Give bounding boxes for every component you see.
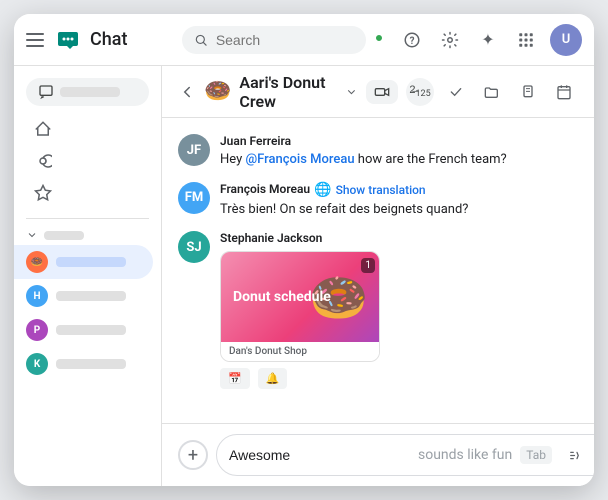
at-icon	[34, 152, 52, 170]
topbar: Chat ? ✦ U	[14, 14, 594, 66]
new-chat-button[interactable]	[26, 78, 149, 106]
tasks-count: 2̶125	[409, 83, 430, 99]
search-bar[interactable]	[182, 26, 366, 54]
search-icon	[194, 32, 208, 48]
sidebar-item-donut-crew[interactable]: 🍩	[14, 245, 153, 279]
juan-message: Juan Ferreira Hey @François Moreau how a…	[220, 134, 578, 170]
francois-text: Très bien! On se refait des beignets qua…	[220, 200, 578, 220]
sidebar-divider	[26, 218, 149, 219]
juan-avatar: JF	[178, 134, 210, 166]
check-icon[interactable]	[442, 78, 470, 106]
input-bar: + sounds like fun Tab ☺ ⊕	[162, 423, 594, 486]
card-badge: 1	[361, 258, 375, 273]
juan-sender: Juan Ferreira	[220, 134, 578, 148]
francois-sender: François Moreau	[220, 182, 310, 196]
card-action-calendar[interactable]: 📅	[220, 368, 250, 389]
add-button[interactable]: +	[178, 440, 208, 470]
stephanie-avatar: SJ	[178, 231, 210, 263]
user-avatar[interactable]: U	[550, 24, 582, 56]
francois-message: François Moreau 🌐 Show translation Très …	[220, 182, 578, 220]
sidebar-item-home[interactable]	[22, 114, 145, 144]
sidebar: 🍩 H P K	[14, 66, 162, 486]
video-call-button[interactable]	[366, 80, 398, 104]
message-group-stephanie: SJ Stephanie Jackson Donut schedule 🍩 1	[178, 231, 578, 389]
donut-crew-label	[56, 257, 126, 267]
card-image: Donut schedule 🍩 1	[221, 252, 380, 342]
chevron-down-icon	[345, 84, 358, 100]
francois-avatar: FM	[178, 182, 210, 214]
chat-header-actions: 2̶125	[366, 78, 578, 106]
main-area: 🍩 H P K 🍩	[14, 66, 594, 486]
messages-list: JF Juan Ferreira Hey @François Moreau ho…	[162, 118, 594, 423]
sidebar-item-mentions[interactable]	[22, 146, 145, 176]
star-icon	[34, 184, 52, 202]
settings-icon[interactable]	[436, 26, 464, 54]
message-group-juan: JF Juan Ferreira Hey @François Moreau ho…	[178, 134, 578, 170]
back-button[interactable]	[178, 83, 196, 101]
sidebar-item-h[interactable]: H	[14, 279, 153, 313]
message-input[interactable]	[229, 447, 410, 463]
format-icon[interactable]	[560, 441, 588, 469]
google-chat-logo	[54, 26, 82, 54]
topbar-right: ? ✦ U	[374, 24, 582, 56]
folder-icon[interactable]	[478, 78, 506, 106]
chats-section-header[interactable]	[14, 225, 161, 245]
person4-label	[56, 359, 126, 369]
mention-francois[interactable]: @François Moreau	[245, 152, 354, 167]
sidebar-item-person3[interactable]: P	[14, 313, 153, 347]
message-row: SJ Stephanie Jackson Donut schedule 🍩 1	[178, 231, 578, 389]
translation-row: François Moreau 🌐 Show translation	[220, 182, 578, 198]
sidebar-item-person4[interactable]: K	[14, 347, 153, 381]
apps-icon[interactable]	[512, 26, 540, 54]
juan-text: Hey @François Moreau how are the French …	[220, 150, 578, 170]
input-hint: sounds like fun	[418, 447, 512, 463]
message-group-francois: FM François Moreau 🌐 Show translation Tr…	[178, 182, 578, 220]
person3-label	[56, 325, 126, 335]
sparkle-icon[interactable]: ✦	[474, 26, 502, 54]
edit-icon	[38, 84, 54, 100]
hamburger-icon[interactable]	[26, 30, 46, 50]
home-icon	[34, 120, 52, 138]
tab-hint: Tab	[520, 446, 552, 464]
chat-header: 🍩 Aari's Donut Crew 2̶125	[162, 66, 594, 118]
stephanie-message: Stephanie Jackson Donut schedule 🍩 1 Dan…	[220, 231, 578, 389]
search-input[interactable]	[216, 32, 354, 48]
status-indicator	[374, 33, 388, 47]
chats-section-label	[44, 231, 84, 240]
card-actions: 📅 🔔	[220, 368, 578, 389]
card-action-notify[interactable]: 🔔	[258, 368, 288, 389]
stephanie-sender: Stephanie Jackson	[220, 231, 578, 245]
calendar-icon[interactable]	[550, 78, 578, 106]
new-chat-label	[60, 87, 120, 97]
help-icon[interactable]: ?	[398, 26, 426, 54]
h-label	[56, 291, 126, 301]
chevron-down-icon	[26, 229, 38, 241]
card-source: Dan's Donut Shop	[221, 342, 379, 361]
video-icon	[374, 84, 390, 100]
status-dot	[374, 33, 384, 43]
sidebar-item-starred[interactable]	[22, 178, 145, 208]
svg-text:?: ?	[410, 35, 415, 46]
message-row: FM François Moreau 🌐 Show translation Tr…	[178, 182, 578, 220]
message-row: JF Juan Ferreira Hey @François Moreau ho…	[178, 134, 578, 170]
app-title: Chat	[90, 29, 127, 50]
person3-avatar: P	[26, 319, 48, 341]
donut-card[interactable]: Donut schedule 🍩 1 Dan's Donut Shop	[220, 251, 380, 362]
message-input-container[interactable]: sounds like fun Tab ☺ ⊕	[216, 434, 594, 476]
timer-icon[interactable]	[514, 78, 542, 106]
h-avatar: H	[26, 285, 48, 307]
chat-pane: 🍩 Aari's Donut Crew 2̶125	[162, 66, 594, 486]
translate-icon: 🌐	[314, 182, 331, 198]
person4-avatar: K	[26, 353, 48, 375]
input-actions: ☺ ⊕	[560, 441, 594, 469]
group-emoji: 🍩	[204, 79, 231, 104]
app-window: Chat ? ✦ U	[14, 14, 594, 486]
group-title[interactable]: Aari's Donut Crew	[239, 73, 358, 111]
show-translation-button[interactable]: Show translation	[336, 183, 426, 197]
tasks-button[interactable]: 2̶125	[406, 78, 434, 106]
donut-crew-avatar: 🍩	[26, 251, 48, 273]
emoji-icon[interactable]: ☺	[592, 441, 594, 469]
card-title: Donut schedule	[233, 288, 331, 306]
topbar-left: Chat	[26, 26, 174, 54]
